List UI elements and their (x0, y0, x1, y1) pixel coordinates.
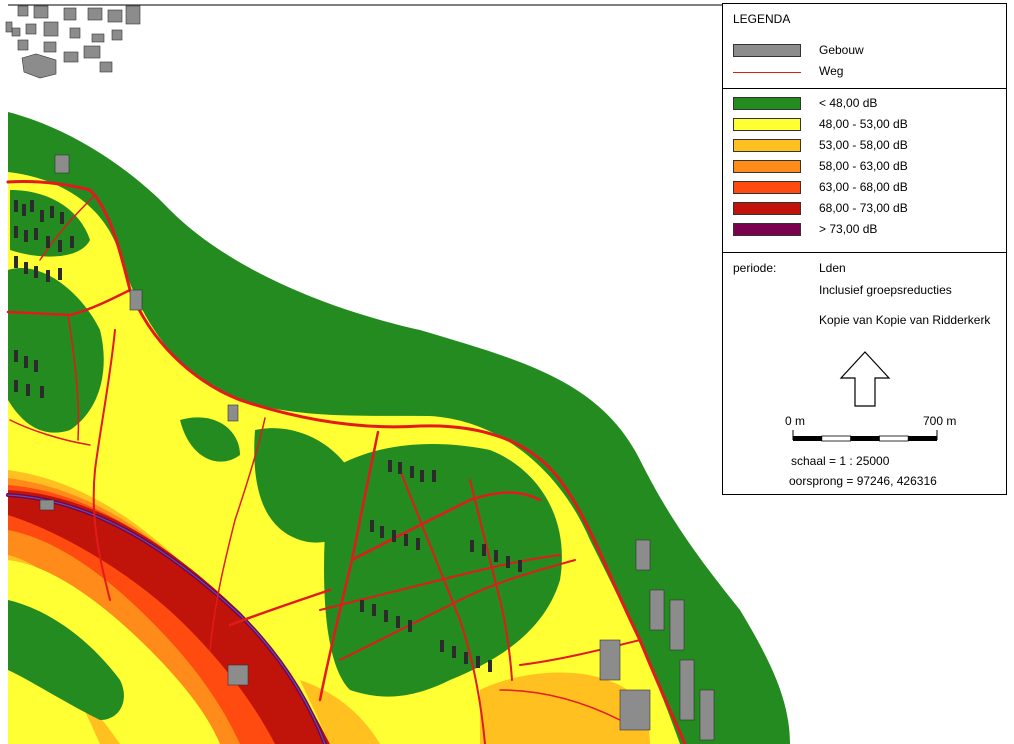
origin-text: oorsprong = 97246, 426316 (789, 474, 937, 488)
noise-label-48-53: 48,00 - 53,00 dB (819, 117, 908, 131)
north-arrow-icon (839, 351, 891, 407)
noise-swatch-gt73 (733, 223, 801, 236)
noise-swatch-68-73 (733, 202, 801, 215)
noise-swatch-63-68 (733, 181, 801, 194)
scale-text: schaal = 1 : 25000 (791, 454, 890, 468)
periode-label: periode: (733, 261, 777, 275)
scalebar (792, 430, 938, 442)
project-name: Kopie van Kopie van Ridderkerk (819, 313, 991, 327)
noise-label-58-63: 58,00 - 63,00 dB (819, 159, 908, 173)
noise-label-63-68: 63,00 - 68,00 dB (819, 180, 908, 194)
noise-swatch-58-63 (733, 160, 801, 173)
noise-label-68-73: 68,00 - 73,00 dB (819, 201, 908, 215)
noise-label-53-58: 53,00 - 58,00 dB (819, 138, 908, 152)
legend-divider (723, 252, 1006, 253)
building-swatch (733, 44, 801, 57)
note-text: Inclusief groepsreducties (819, 283, 952, 297)
legend-panel: LEGENDA Gebouw Weg < 48,00 dB 48,00 - 53… (722, 3, 1007, 495)
noise-label-gt73: > 73,00 dB (819, 222, 878, 236)
legend-label-road: Weg (819, 64, 844, 78)
legend-title: LEGENDA (733, 12, 791, 26)
noise-swatch-53-58 (733, 139, 801, 152)
noise-swatch-48-53 (733, 118, 801, 131)
road-swatch (733, 72, 801, 73)
noise-swatch-lt48 (733, 97, 801, 110)
scalebar-start-label: 0 m (785, 414, 806, 428)
scalebar-end-label: 700 m (923, 414, 957, 428)
periode-value: Lden (819, 261, 846, 275)
noise-label-lt48: < 48,00 dB (819, 96, 878, 110)
legend-label-building: Gebouw (819, 43, 864, 57)
legend-divider (723, 88, 1006, 89)
